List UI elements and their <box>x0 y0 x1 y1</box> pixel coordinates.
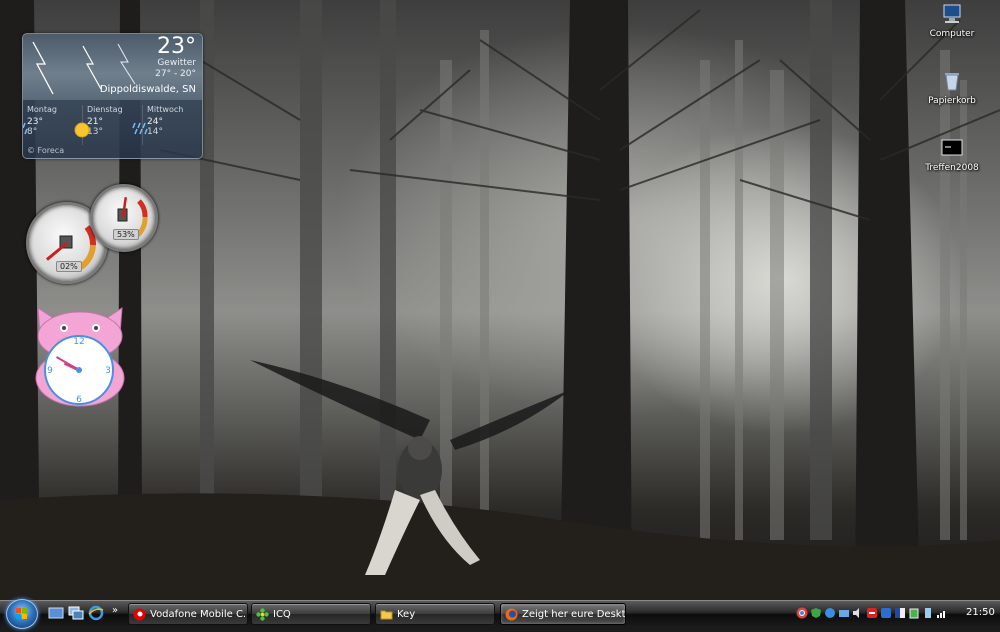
quick-launch-overflow-button[interactable]: » <box>112 605 118 616</box>
svg-text:6: 6 <box>76 395 82 405</box>
desktop-icon-computer[interactable]: Computer <box>920 4 984 39</box>
svg-text:12: 12 <box>73 337 84 347</box>
taskbar-button-firefox[interactable]: Zeigt her eure Deskt... <box>500 603 626 625</box>
antivirus-icon[interactable] <box>866 607 878 619</box>
sun-icon <box>74 122 90 138</box>
forecast-day-name: Dienstag <box>87 105 123 114</box>
svg-text:3: 3 <box>105 366 111 376</box>
clock-gadget[interactable]: 12 3 6 9 <box>32 306 128 408</box>
taskbar-button-key[interactable]: Key <box>375 603 495 625</box>
rain-icon <box>23 122 28 135</box>
computer-icon <box>943 4 961 23</box>
svg-text:9: 9 <box>47 366 53 376</box>
video-file-icon <box>941 139 963 156</box>
forecast-day-name: Montag <box>27 105 57 114</box>
taskbar-clock[interactable]: 21:50 <box>966 607 995 618</box>
recycle-bin-icon <box>945 73 959 91</box>
weather-location: Dippoldiswalde, SN <box>99 84 196 95</box>
language-icon[interactable] <box>894 607 906 619</box>
desktop-icon-treffen2008[interactable]: Treffen2008 <box>920 138 984 173</box>
taskbar: » Vodafone Mobile C... ICQ Key Zeigt her… <box>0 599 1000 629</box>
network-icon[interactable] <box>824 607 836 619</box>
show-desktop-icon[interactable] <box>48 605 64 621</box>
taskbar-button-icq[interactable]: ICQ <box>251 603 371 625</box>
cpu-usage-value: 02% <box>56 261 82 272</box>
taskbar-button-vodafone[interactable]: Vodafone Mobile C... <box>128 603 248 625</box>
bluetooth-icon[interactable] <box>880 607 892 619</box>
switch-windows-icon[interactable] <box>68 605 84 621</box>
windows-logo-icon <box>16 608 27 619</box>
desktop-icon-label: Computer <box>929 29 975 39</box>
taskbar-button-label: Key <box>397 608 416 620</box>
icq-flower-icon <box>256 607 269 621</box>
weather-condition: Gewitter <box>157 58 196 68</box>
internet-explorer-icon[interactable] <box>88 605 104 621</box>
current-temperature: 23° <box>157 34 196 59</box>
network-signal-icon[interactable] <box>936 607 948 619</box>
network-icon[interactable] <box>838 607 850 619</box>
folder-icon <box>380 610 393 619</box>
pink-cat-clock-icon: 12 3 6 9 <box>35 307 125 407</box>
chrome-icon[interactable] <box>796 607 808 619</box>
quick-launch <box>48 605 104 621</box>
forecast-day: Mittwoch 24° 14° <box>132 105 202 145</box>
cpu-needle <box>46 241 68 261</box>
taskbar-button-label: Zeigt her eure Deskt... <box>522 608 626 620</box>
forecast-day-name: Mittwoch <box>147 105 184 114</box>
weather-credit: © Foreca <box>27 146 65 155</box>
desktop-icon-label: Treffen2008 <box>925 163 979 173</box>
ram-usage-value: 53% <box>113 229 139 240</box>
taskbar-button-label: ICQ <box>273 608 291 620</box>
temperature-range: 27° - 20° <box>155 69 196 79</box>
forecast-row: Montag 23° 8° Dienstag 21° 13° Mittwoch … <box>23 105 202 145</box>
firefox-icon <box>505 608 518 620</box>
usb-icon[interactable] <box>922 607 934 619</box>
taskbar-button-label: Vodafone Mobile C... <box>150 608 248 620</box>
ram-gauge: 53% <box>90 184 158 252</box>
desktop-icon-label: Papierkorb <box>928 96 976 106</box>
vodafone-icon <box>133 608 146 620</box>
cpu-meter-gadget[interactable]: 02% 53% <box>24 184 158 288</box>
volume-icon[interactable] <box>852 607 864 619</box>
rain-icon <box>132 122 148 135</box>
battery-icon[interactable] <box>908 607 920 619</box>
desktop-icon-recycle-bin[interactable]: Papierkorb <box>920 71 984 106</box>
security-icon[interactable] <box>810 607 822 619</box>
weather-gadget[interactable]: 23° Gewitter 27° - 20° Dippoldiswalde, S… <box>22 33 203 159</box>
